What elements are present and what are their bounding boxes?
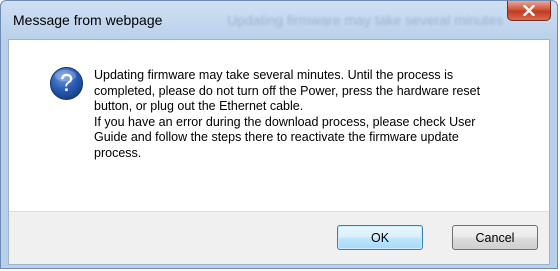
dialog-window: Message from webpage Updating firmware m…	[0, 0, 558, 269]
close-button[interactable]	[507, 1, 551, 21]
ok-button[interactable]: OK	[337, 225, 423, 250]
background-window-title: Updating firmware may take several minut…	[227, 12, 504, 28]
question-icon	[49, 66, 84, 101]
message-line: Guide and follow the steps there to reac…	[94, 130, 459, 144]
message-line: button, or plug out the Ethernet cable.	[94, 99, 304, 113]
button-bar: OK Cancel	[9, 211, 549, 264]
window-title: Message from webpage	[13, 12, 163, 28]
message-line: process.	[94, 145, 142, 160]
close-icon	[523, 5, 535, 16]
message-line: completed, please do not turn off the Po…	[94, 83, 481, 98]
message-line: Updating firmware may take several minut…	[94, 68, 454, 82]
message-line: If you have an error during the download…	[94, 114, 476, 129]
title-bar[interactable]: Message from webpage Updating firmware m…	[1, 1, 557, 39]
dialog-body: Updating firmware may take several minut…	[8, 39, 550, 265]
dialog-message: Updating firmware may take several minut…	[94, 68, 534, 161]
cancel-button[interactable]: Cancel	[452, 225, 538, 250]
